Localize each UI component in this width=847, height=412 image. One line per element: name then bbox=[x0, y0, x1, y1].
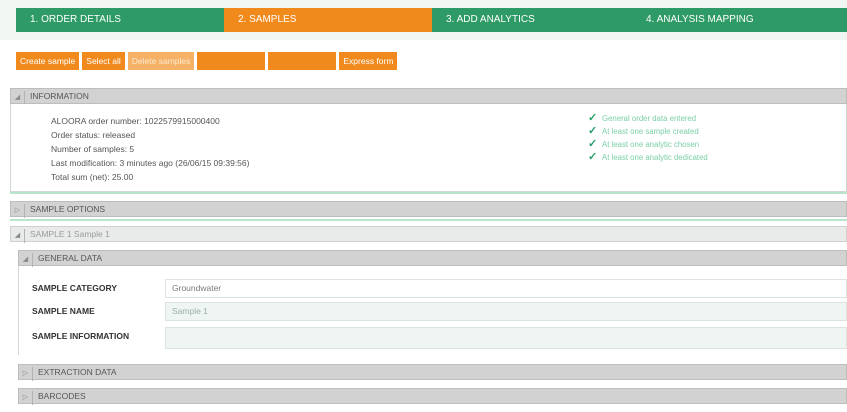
panel-title: SAMPLE 1 Sample 1 bbox=[30, 229, 110, 239]
checklist-item: ✓ At least one analytic chosen bbox=[588, 138, 700, 150]
step-analysis-mapping[interactable]: 4. ANALYSIS MAPPING bbox=[632, 8, 847, 32]
sample-category-select[interactable]: Groundwater bbox=[165, 279, 847, 298]
step-samples[interactable]: 2. SAMPLES bbox=[224, 8, 442, 32]
sample-options-header[interactable]: ▷ SAMPLE OPTIONS bbox=[10, 201, 847, 218]
sample-name-row: SAMPLE NAME Sample 1 bbox=[18, 300, 847, 322]
panel-title: SAMPLE OPTIONS bbox=[30, 204, 106, 214]
sample-information-row: SAMPLE INFORMATION bbox=[18, 325, 847, 349]
sample-1-header[interactable]: ◢ SAMPLE 1 Sample 1 bbox=[10, 226, 847, 243]
checklist-item: ✓ At least one sample created bbox=[588, 125, 699, 137]
field-label: SAMPLE CATEGORY bbox=[32, 283, 118, 293]
last-modification: Last modification: 3 minutes ago (26/06/… bbox=[51, 158, 250, 168]
expand-triangle-icon[interactable]: ▷ bbox=[19, 367, 33, 381]
extraction-data-header[interactable]: ▷ EXTRACTION DATA bbox=[18, 364, 847, 381]
step-order-details[interactable]: 1. ORDER DETAILS bbox=[16, 8, 240, 32]
field-label: SAMPLE NAME bbox=[32, 306, 95, 316]
order-number: ALOORA order number: 1022579915000400 bbox=[51, 116, 220, 126]
expand-triangle-icon[interactable]: ▷ bbox=[11, 204, 25, 218]
divider bbox=[10, 219, 847, 221]
sample-name-input[interactable]: Sample 1 bbox=[165, 302, 847, 321]
divider bbox=[10, 192, 847, 194]
checklist-item: ✓ At least one analytic dedicated bbox=[588, 151, 708, 163]
checkmark-icon: ✓ bbox=[588, 138, 598, 150]
panel-title: BARCODES bbox=[38, 391, 86, 401]
order-summary: ALOORA order number: 1022579915000400 Or… bbox=[51, 114, 249, 184]
barcodes-header[interactable]: ▷ BARCODES bbox=[18, 388, 847, 405]
create-sample-button[interactable]: Create sample bbox=[16, 52, 80, 70]
step-label: 2. SAMPLES bbox=[238, 14, 297, 25]
sample-count: Number of samples: 5 bbox=[51, 144, 135, 154]
collapse-triangle-icon[interactable]: ◢ bbox=[11, 91, 25, 105]
wizard-steps: 1. ORDER DETAILS 2. SAMPLES 3. ADD ANALY… bbox=[0, 0, 847, 40]
general-data-header[interactable]: ◢ GENERAL DATA bbox=[18, 250, 847, 267]
delete-samples-button[interactable]: Delete samples bbox=[127, 52, 195, 70]
sample-category-row: SAMPLE CATEGORY Groundwater bbox=[18, 277, 847, 299]
expand-triangle-icon[interactable]: ▷ bbox=[19, 391, 33, 405]
information-panel: ALOORA order number: 1022579915000400 Or… bbox=[10, 104, 847, 192]
toolbar-blank-button[interactable] bbox=[268, 52, 337, 70]
panel-title: EXTRACTION DATA bbox=[38, 367, 117, 377]
step-label: 3. ADD ANALYTICS bbox=[446, 14, 535, 25]
order-status: Order status: released bbox=[51, 130, 136, 140]
panel-title: INFORMATION bbox=[30, 91, 89, 101]
step-label: 4. ANALYSIS MAPPING bbox=[646, 14, 754, 25]
sample-information-input[interactable] bbox=[165, 327, 847, 349]
total-sum: Total sum (net): 25.00 bbox=[51, 172, 134, 182]
field-label: SAMPLE INFORMATION bbox=[32, 331, 130, 341]
checkmark-icon: ✓ bbox=[588, 112, 598, 124]
checklist-item: ✓ General order data entered bbox=[588, 112, 697, 124]
toolbar: Create sample Select all Delete samples … bbox=[16, 52, 398, 70]
step-label: 1. ORDER DETAILS bbox=[30, 14, 121, 25]
collapse-triangle-icon[interactable]: ◢ bbox=[19, 253, 33, 267]
express-form-button[interactable]: Express form bbox=[339, 52, 398, 70]
select-all-button[interactable]: Select all bbox=[82, 52, 125, 70]
checklist: ✓ General order data entered ✓ At least on… bbox=[588, 112, 708, 164]
panel-title: GENERAL DATA bbox=[38, 253, 103, 263]
toolbar-blank-button[interactable] bbox=[197, 52, 266, 70]
collapse-triangle-icon[interactable]: ◢ bbox=[11, 229, 25, 243]
checkmark-icon: ✓ bbox=[588, 151, 598, 163]
information-panel-header[interactable]: ◢ INFORMATION bbox=[10, 88, 847, 105]
checkmark-icon: ✓ bbox=[588, 125, 598, 137]
step-add-analytics[interactable]: 3. ADD ANALYTICS bbox=[432, 8, 642, 32]
